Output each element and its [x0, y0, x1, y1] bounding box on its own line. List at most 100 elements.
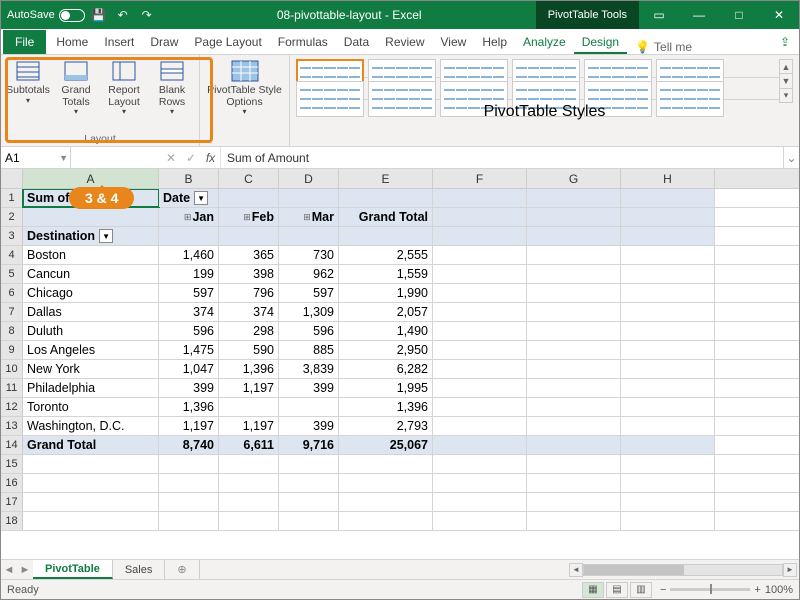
cell[interactable] [621, 436, 715, 454]
cell[interactable]: ⊞Jan [159, 208, 219, 226]
row-header[interactable]: 13 [1, 417, 23, 435]
cell[interactable] [279, 189, 339, 207]
cell[interactable]: Dallas [23, 303, 159, 321]
cell[interactable]: 1,490 [339, 322, 433, 340]
cell[interactable]: Destination ▼ [23, 227, 159, 245]
cell[interactable] [339, 455, 433, 473]
style-options-button[interactable]: PivotTable Style Options▾ [205, 57, 285, 119]
tab-page-layout[interactable]: Page Layout [186, 30, 269, 54]
redo-icon[interactable]: ↷ [137, 5, 157, 25]
cell[interactable] [527, 284, 621, 302]
view-page-break-icon[interactable]: ▥ [630, 582, 652, 598]
cell[interactable]: 8,740 [159, 436, 219, 454]
row-header[interactable]: 14 [1, 436, 23, 454]
cell[interactable]: Duluth [23, 322, 159, 340]
cell[interactable]: 597 [159, 284, 219, 302]
cell[interactable]: 730 [279, 246, 339, 264]
filter-dropdown-icon[interactable]: ▼ [99, 229, 113, 243]
add-sheet-icon[interactable]: ⊕ [165, 560, 199, 579]
expand-icon[interactable]: ⊞ [243, 212, 251, 223]
cell[interactable]: 9,716 [279, 436, 339, 454]
cell[interactable] [621, 322, 715, 340]
cell[interactable] [621, 189, 715, 207]
cell[interactable]: Date▼ [159, 189, 219, 207]
cell[interactable] [339, 189, 433, 207]
cell[interactable] [219, 474, 279, 492]
cell[interactable]: 374 [159, 303, 219, 321]
cell[interactable] [621, 493, 715, 511]
tab-file[interactable]: File [3, 30, 46, 54]
cell[interactable]: 1,047 [159, 360, 219, 378]
cell[interactable] [527, 455, 621, 473]
cell[interactable] [621, 284, 715, 302]
cell[interactable] [527, 474, 621, 492]
tab-review[interactable]: Review [377, 30, 432, 54]
cell[interactable]: 1,396 [159, 398, 219, 416]
tab-analyze[interactable]: Analyze [515, 30, 574, 54]
cell[interactable] [621, 417, 715, 435]
cell[interactable]: 1,197 [219, 379, 279, 397]
tab-formulas[interactable]: Formulas [270, 30, 336, 54]
worksheet-grid[interactable]: A B C D E F G H 1Sum of AmountDate▼2⊞Jan… [1, 169, 799, 559]
cell[interactable] [621, 208, 715, 226]
cancel-formula-icon[interactable]: ✕ [161, 147, 181, 168]
cell[interactable]: Washington, D.C. [23, 417, 159, 435]
tab-data[interactable]: Data [336, 30, 377, 54]
row-header[interactable]: 1 [1, 189, 23, 207]
expand-formula-icon[interactable]: ⌄ [783, 147, 799, 168]
cell[interactable] [433, 493, 527, 511]
cell[interactable] [433, 436, 527, 454]
hscroll-left-icon[interactable]: ◄ [569, 563, 583, 577]
cell[interactable] [279, 398, 339, 416]
cell[interactable] [621, 341, 715, 359]
cell[interactable] [339, 512, 433, 530]
cell[interactable] [279, 455, 339, 473]
hscroll-thumb[interactable] [584, 565, 684, 575]
row-header[interactable]: 10 [1, 360, 23, 378]
sheet-tab-sales[interactable]: Sales [113, 560, 166, 579]
cell[interactable]: 796 [219, 284, 279, 302]
cell[interactable] [433, 474, 527, 492]
cell[interactable]: Grand Total [23, 436, 159, 454]
cell[interactable]: Chicago [23, 284, 159, 302]
cell[interactable] [527, 417, 621, 435]
tab-design[interactable]: Design [574, 30, 627, 54]
cell[interactable] [279, 474, 339, 492]
report-layout-button[interactable]: Report Layout▾ [101, 57, 147, 119]
col-header-c[interactable]: C [219, 169, 279, 188]
subtotals-button[interactable]: Subtotals▾ [5, 57, 51, 119]
cell[interactable]: 1,197 [219, 417, 279, 435]
cell[interactable] [433, 379, 527, 397]
cell[interactable]: New York [23, 360, 159, 378]
cell[interactable] [527, 322, 621, 340]
name-box[interactable]: A1 ▼ [1, 147, 71, 168]
cell[interactable]: Boston [23, 246, 159, 264]
cell[interactable]: 1,460 [159, 246, 219, 264]
cell[interactable]: 1,396 [219, 360, 279, 378]
row-header[interactable]: 18 [1, 512, 23, 530]
cell[interactable]: 25,067 [339, 436, 433, 454]
cell[interactable] [23, 208, 159, 226]
cell[interactable] [23, 493, 159, 511]
cell[interactable]: Philadelphia [23, 379, 159, 397]
cell[interactable] [433, 398, 527, 416]
cell[interactable]: 365 [219, 246, 279, 264]
cell[interactable]: 398 [219, 265, 279, 283]
cell[interactable] [23, 455, 159, 473]
select-all-corner[interactable] [1, 169, 23, 188]
enter-formula-icon[interactable]: ✓ [181, 147, 201, 168]
cell[interactable]: 6,282 [339, 360, 433, 378]
cell[interactable]: 596 [159, 322, 219, 340]
cell[interactable] [433, 512, 527, 530]
cell[interactable] [621, 265, 715, 283]
row-header[interactable]: 9 [1, 341, 23, 359]
cell[interactable] [433, 360, 527, 378]
col-header-f[interactable]: F [433, 169, 527, 188]
cell[interactable]: 2,793 [339, 417, 433, 435]
cell[interactable]: 1,990 [339, 284, 433, 302]
cell[interactable]: 2,555 [339, 246, 433, 264]
cell[interactable] [433, 322, 527, 340]
cell[interactable] [279, 512, 339, 530]
cell[interactable] [621, 474, 715, 492]
tab-help[interactable]: Help [474, 30, 515, 54]
